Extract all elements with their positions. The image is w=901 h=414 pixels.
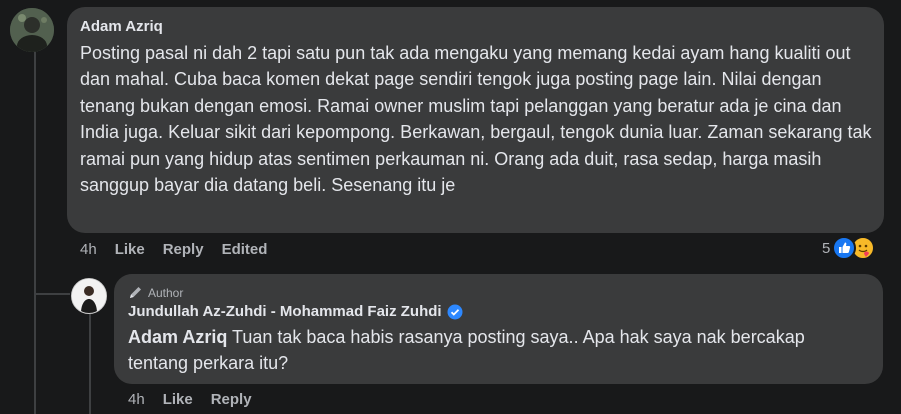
reply-actions: 4h Like Reply [128, 391, 270, 408]
reaction-summary[interactable]: 5 [822, 236, 876, 260]
reply-timestamp[interactable]: 4h [128, 391, 145, 408]
comment-text: Posting pasal ni dah 2 tapi satu pun tak… [80, 43, 872, 196]
reply-text: Adam Azriq Tuan tak baca habis rasanya p… [128, 324, 868, 377]
comment-timestamp[interactable]: 4h [80, 241, 97, 258]
reaction-count: 5 [822, 239, 831, 257]
comment-actions: 4h Like Reply Edited [80, 241, 285, 258]
avatar-photo [72, 279, 106, 313]
reply-like-button[interactable]: Like [163, 391, 193, 408]
avatar-photo [10, 8, 54, 52]
reply-reply-button[interactable]: Reply [211, 391, 252, 408]
thread-line-branch [34, 293, 70, 295]
comment-bubble: Adam Azriq Posting pasal ni dah 2 tapi s… [67, 7, 884, 233]
reply-body: Tuan tak baca habis rasanya posting saya… [128, 327, 805, 374]
reply-bubble: Author Jundullah Az-Zuhdi - Mohammad Fai… [114, 274, 883, 384]
pencil-icon [130, 287, 141, 298]
avatar-commenter[interactable] [10, 8, 54, 52]
author-badge-label: Author [148, 285, 184, 300]
like-icon [832, 236, 857, 260]
verified-badge-icon [447, 304, 463, 319]
reply-author-name[interactable]: Jundullah Az-Zuhdi - Mohammad Faiz Zuhdi [128, 303, 442, 320]
reply-button[interactable]: Reply [163, 241, 204, 258]
author-badge: Author [128, 285, 871, 300]
like-button[interactable]: Like [115, 241, 145, 258]
reply-mention-link[interactable]: Adam Azriq [128, 327, 227, 347]
thread-line-main [34, 52, 36, 414]
comment-author-name[interactable]: Adam Azriq [80, 18, 872, 35]
edited-label: Edited [221, 241, 268, 258]
thread-line-reply [89, 314, 91, 414]
avatar-reply-author[interactable] [71, 278, 107, 314]
